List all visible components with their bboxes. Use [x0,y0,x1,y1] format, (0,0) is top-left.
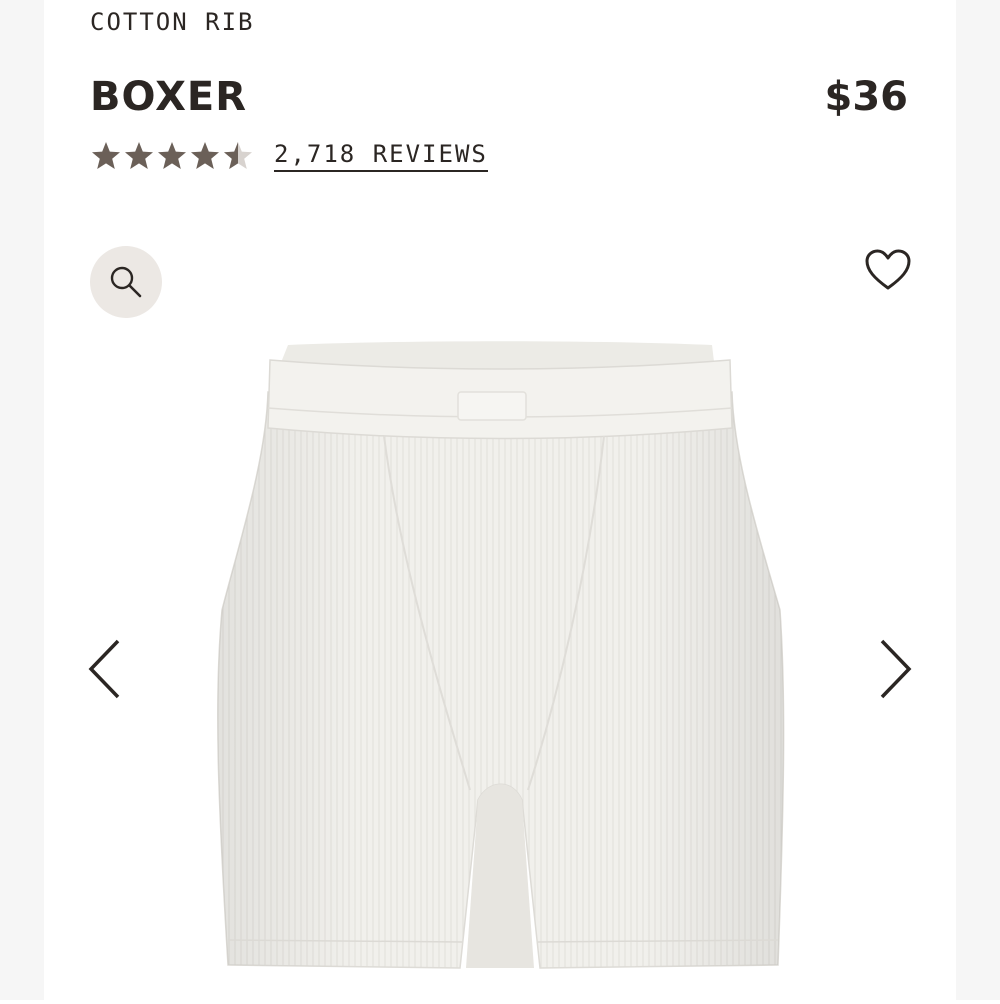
collection-label: COTTON RIB [90,8,255,36]
product-title: BOXER [90,74,248,120]
left-margin [0,0,44,1000]
previous-image-button[interactable] [84,636,124,702]
chevron-left-icon [88,639,120,699]
chevron-right-icon [880,639,912,699]
boxer-image [216,341,785,969]
reviews-link[interactable]: 2,718 REVIEWS [274,140,488,172]
zoom-button[interactable] [90,246,162,318]
rating-row: 2,718 REVIEWS [90,136,488,176]
wishlist-button[interactable] [862,244,914,296]
next-image-button[interactable] [876,636,916,702]
right-margin [956,0,1000,1000]
heart-icon [865,249,911,290]
product-image[interactable] [200,330,800,1000]
product-price: $36 [824,74,909,120]
star-rating [90,140,258,172]
search-icon [110,266,142,298]
product-page: COTTON RIB BOXER $36 2,718 REVIEWS [0,0,1000,1000]
stars-icon [92,142,252,169]
